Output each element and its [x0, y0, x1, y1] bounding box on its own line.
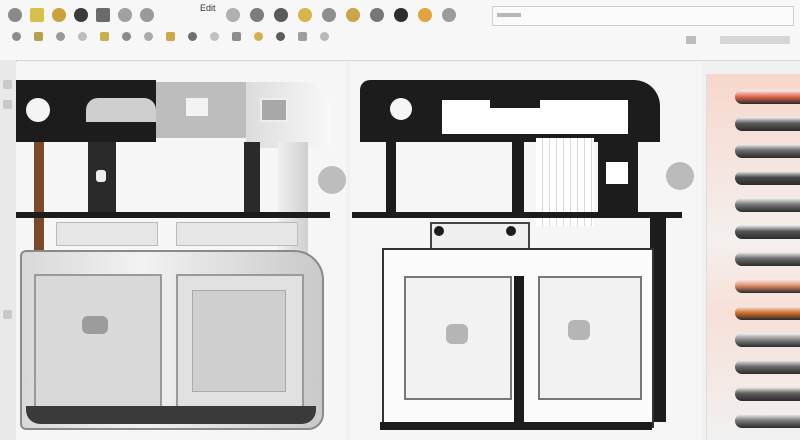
- swatch-silver-2[interactable]: [735, 360, 800, 374]
- layer-icon[interactable]: [442, 8, 456, 22]
- model-door-handle: [82, 316, 108, 334]
- move-icon[interactable]: [118, 8, 132, 22]
- eye-icon[interactable]: [276, 32, 285, 41]
- model-drawer-knob: [434, 226, 444, 236]
- zoom-icon[interactable]: [56, 32, 65, 41]
- search-placeholder-strip: [497, 13, 521, 17]
- model-side-slot: [606, 162, 628, 184]
- group-icon[interactable]: [210, 32, 219, 41]
- main-toolbar: Edit: [0, 0, 800, 61]
- model-post: [244, 142, 260, 212]
- model-counter-top: [352, 212, 682, 218]
- swatch-silver-4[interactable]: [735, 414, 800, 428]
- swatch-graphite-6[interactable]: [735, 252, 800, 266]
- menu-edit[interactable]: Edit: [200, 3, 216, 13]
- export-icon[interactable]: [320, 32, 329, 41]
- rotate-icon[interactable]: [140, 8, 154, 22]
- ungroup-icon[interactable]: [232, 32, 241, 41]
- toolbar-row-2: [0, 30, 800, 48]
- settings-icon[interactable]: [370, 8, 384, 22]
- swatch-graphite-1[interactable]: [735, 117, 800, 131]
- orbit-icon[interactable]: [12, 32, 21, 41]
- model-inset-square: [186, 98, 208, 116]
- camera-icon[interactable]: [322, 8, 336, 22]
- model-post: [386, 142, 396, 212]
- shade-icon[interactable]: [122, 32, 131, 41]
- swatch-silver-1[interactable]: [735, 333, 800, 347]
- material-icon[interactable]: [30, 8, 44, 22]
- search-box[interactable]: [492, 6, 794, 26]
- lock-icon[interactable]: [254, 32, 263, 41]
- xray-icon[interactable]: [144, 32, 153, 41]
- render-icon[interactable]: [274, 8, 288, 22]
- swatch-silver-3[interactable]: [735, 387, 800, 401]
- snap-icon[interactable]: [250, 8, 264, 22]
- globe-icon[interactable]: [394, 8, 408, 22]
- circle-tool-icon[interactable]: [8, 8, 22, 22]
- left-tool-button[interactable]: [3, 80, 12, 89]
- model-plinth: [380, 422, 652, 430]
- model-plinth: [26, 406, 316, 424]
- swatch-graphite-3[interactable]: [735, 171, 800, 185]
- model-shelf-items: [86, 98, 156, 122]
- model-door-handle: [568, 320, 590, 340]
- pan-icon[interactable]: [34, 32, 43, 41]
- model-drawer: [56, 222, 158, 246]
- paint-icon[interactable]: [52, 8, 66, 22]
- model-bracket-slot: [96, 170, 106, 182]
- color-icon[interactable]: [418, 8, 432, 22]
- model-cabinet-door-right: [538, 276, 642, 400]
- model-knob-hole: [26, 98, 50, 122]
- hide-icon[interactable]: [298, 32, 307, 41]
- select-icon[interactable]: [96, 8, 110, 22]
- swatch-graphite-2[interactable]: [735, 144, 800, 158]
- view-toggle-button[interactable]: [686, 36, 696, 44]
- swatch-peach[interactable]: [735, 279, 800, 293]
- viewport-shaded[interactable]: [16, 62, 346, 440]
- swatch-graphite-5[interactable]: [735, 225, 800, 239]
- swatch-coral[interactable]: [735, 90, 800, 104]
- wire-icon[interactable]: [100, 32, 109, 41]
- swatch-orange[interactable]: [735, 306, 800, 320]
- model-inset-square-2: [260, 98, 288, 122]
- sphere-icon[interactable]: [74, 8, 88, 22]
- model-post: [512, 142, 524, 212]
- measure-icon[interactable]: [166, 32, 175, 41]
- texture-icon[interactable]: [346, 8, 360, 22]
- model-center-divider: [514, 276, 524, 422]
- left-tool-button[interactable]: [3, 100, 12, 109]
- left-tool-strip: [0, 60, 17, 440]
- model-drawer: [176, 222, 298, 246]
- model-top-frame-right: [246, 82, 330, 148]
- align-icon[interactable]: [188, 32, 197, 41]
- model-counter-top: [16, 212, 330, 218]
- model-sphere-handle: [666, 162, 694, 190]
- view-options-field[interactable]: [720, 36, 790, 44]
- model-door-panel: [192, 290, 286, 392]
- light-icon[interactable]: [298, 8, 312, 22]
- model-door-handle: [446, 324, 468, 344]
- grid-icon[interactable]: [78, 32, 87, 41]
- model-cutout-detail: [490, 94, 540, 108]
- material-swatch-panel: [706, 74, 800, 440]
- swatch-graphite-4[interactable]: [735, 198, 800, 212]
- model-drawer: [430, 222, 530, 250]
- left-tool-button[interactable]: [3, 310, 12, 319]
- model-knob-hole: [390, 98, 412, 120]
- model-drawer-knob: [506, 226, 516, 236]
- model-sphere-handle: [318, 166, 346, 194]
- viewport-line[interactable]: [350, 62, 702, 440]
- model-cabinet-door-left: [34, 274, 162, 410]
- scale-icon[interactable]: [226, 8, 240, 22]
